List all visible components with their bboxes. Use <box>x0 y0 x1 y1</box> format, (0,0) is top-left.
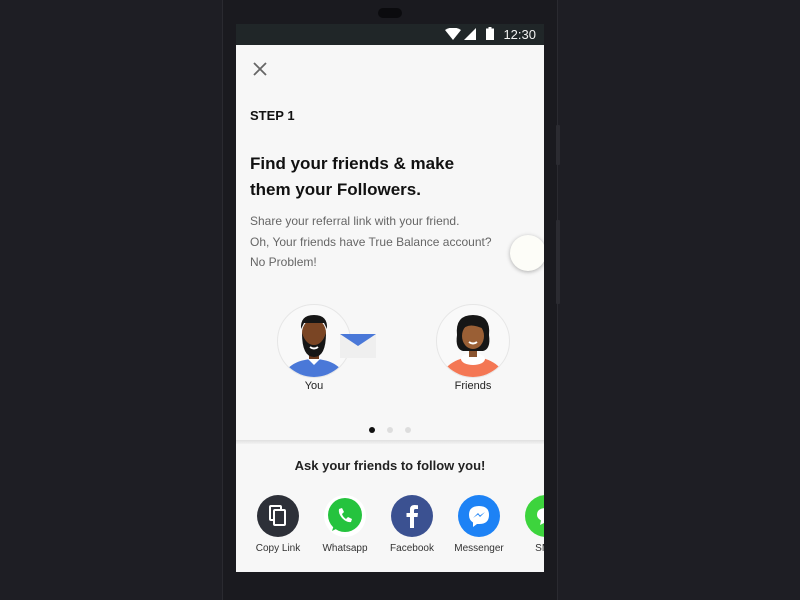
share-label: Copy Link <box>255 543 301 554</box>
description-line: Oh, Your friends have True Balance accou… <box>250 234 492 249</box>
share-sms[interactable]: SMS <box>514 495 544 554</box>
status-bar: 12:30 <box>236 24 544 45</box>
share-messenger[interactable]: Messenger <box>447 495 511 554</box>
friends-illustration <box>436 304 510 378</box>
signal-icon <box>464 28 476 40</box>
share-circle <box>525 495 544 537</box>
whatsapp-icon <box>328 498 362 532</box>
you-label: You <box>304 380 324 392</box>
floating-touch-indicator[interactable] <box>510 235 544 271</box>
share-title: Ask your friends to follow you! <box>294 458 486 473</box>
description-line: No Problem! <box>250 255 317 269</box>
close-button[interactable] <box>250 59 270 79</box>
phone-speaker <box>378 8 402 18</box>
page-dot-2[interactable] <box>387 427 393 433</box>
facebook-icon <box>406 505 418 528</box>
envelope-icon <box>340 334 376 358</box>
share-label: Whatsapp <box>322 543 368 554</box>
referral-screen: STEP 1 Find your friends & make them you… <box>236 45 544 572</box>
volume-button <box>556 125 560 165</box>
battery-icon <box>486 27 494 40</box>
section-divider <box>236 440 544 444</box>
share-label: Messenger <box>454 543 504 554</box>
share-circle <box>391 495 433 537</box>
copy-icon <box>269 505 286 526</box>
share-copy-link[interactable]: Copy Link <box>246 495 310 554</box>
avatar-friends: Friends <box>435 304 511 392</box>
description: Share your referral link with your frien… <box>250 211 492 273</box>
share-circle <box>458 495 500 537</box>
status-time: 12:30 <box>503 27 536 42</box>
share-circle <box>257 495 299 537</box>
friends-label: Friends <box>454 380 492 392</box>
woman-avatar-icon <box>441 315 505 377</box>
share-circle <box>324 495 366 537</box>
wifi-icon <box>445 28 461 40</box>
step-label: STEP 1 <box>250 108 295 123</box>
share-whatsapp[interactable]: Whatsapp <box>313 495 377 554</box>
page-dot-1[interactable] <box>369 427 375 433</box>
page-indicator <box>236 420 544 438</box>
description-line: Share your referral link with your frien… <box>250 214 460 228</box>
page-dot-3[interactable] <box>405 427 411 433</box>
page-title: Find your friends & make them your Follo… <box>250 154 455 199</box>
messenger-icon <box>469 506 489 527</box>
sms-icon <box>537 508 544 525</box>
share-label: Facebook <box>390 543 434 554</box>
share-label: SMS <box>535 543 544 554</box>
share-facebook[interactable]: Facebook <box>380 495 444 554</box>
power-button <box>556 220 560 304</box>
close-icon <box>253 62 267 76</box>
